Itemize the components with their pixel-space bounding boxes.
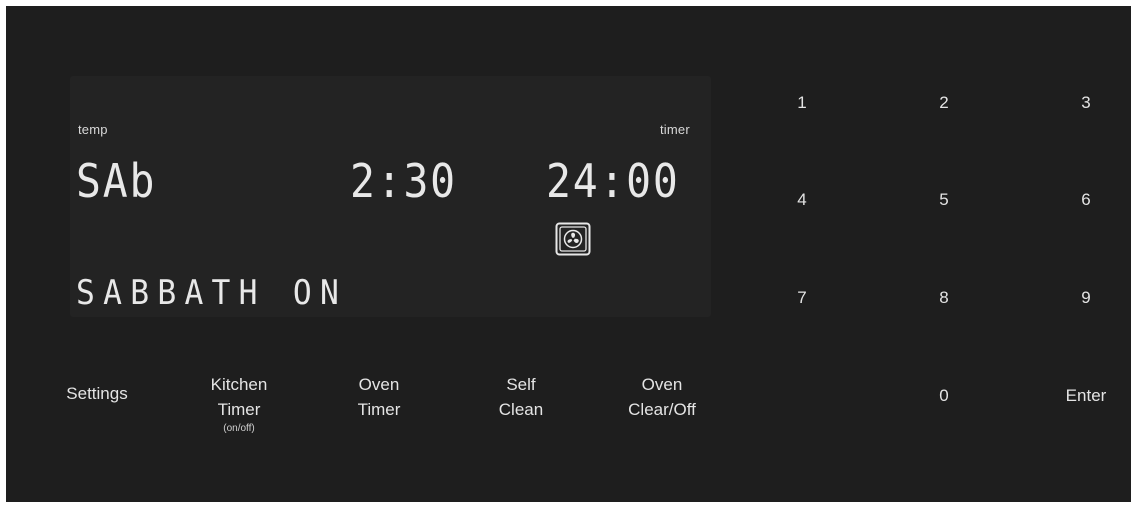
oven-control-panel: temp timer SAb 2:30 24:00 SABBATH ON 1 2… (6, 6, 1131, 502)
key-0[interactable]: 0 (924, 386, 964, 406)
key-4[interactable]: 4 (782, 190, 822, 210)
cook-time-readout: 2:30 (350, 154, 457, 208)
key-6[interactable]: 6 (1066, 190, 1106, 210)
kitchen-timer-sublabel: (on/off) (223, 423, 255, 434)
oven-timer-key[interactable]: Oven Timer (332, 372, 426, 422)
settings-label: Settings (66, 384, 128, 403)
key-9[interactable]: 9 (1066, 288, 1106, 308)
oven-clear-label-line2: Clear/Off (628, 400, 696, 419)
key-2[interactable]: 2 (924, 93, 964, 113)
self-clean-label-line2: Clean (498, 400, 544, 419)
kitchen-timer-label-line1: Kitchen (210, 375, 268, 394)
key-5[interactable]: 5 (924, 190, 964, 210)
lcd-display: temp timer SAb 2:30 24:00 SABBATH ON (70, 76, 711, 317)
convection-fan-icon (555, 222, 591, 256)
oven-timer-label-line2: Timer (357, 400, 401, 419)
key-7[interactable]: 7 (782, 288, 822, 308)
kitchen-timer-key[interactable]: Kitchen Timer (on/off) (192, 372, 286, 436)
temp-readout: SAb (76, 154, 157, 208)
self-clean-key[interactable]: Self Clean (474, 372, 568, 422)
timer-readout: 24:00 (546, 154, 680, 208)
key-8[interactable]: 8 (924, 288, 964, 308)
key-1[interactable]: 1 (782, 93, 822, 113)
kitchen-timer-label-line2: Timer (217, 400, 261, 419)
settings-key[interactable]: Settings (50, 381, 144, 406)
temp-label: temp (78, 122, 108, 137)
timer-label: timer (660, 122, 690, 137)
oven-clear-label-line1: Oven (641, 375, 683, 394)
self-clean-label-line1: Self (506, 375, 536, 394)
key-3[interactable]: 3 (1066, 93, 1106, 113)
oven-timer-label-line1: Oven (358, 375, 400, 394)
status-message: SABBATH ON (76, 273, 348, 313)
enter-key[interactable]: Enter (1055, 386, 1117, 406)
oven-clear-off-key[interactable]: Oven Clear/Off (612, 372, 712, 422)
